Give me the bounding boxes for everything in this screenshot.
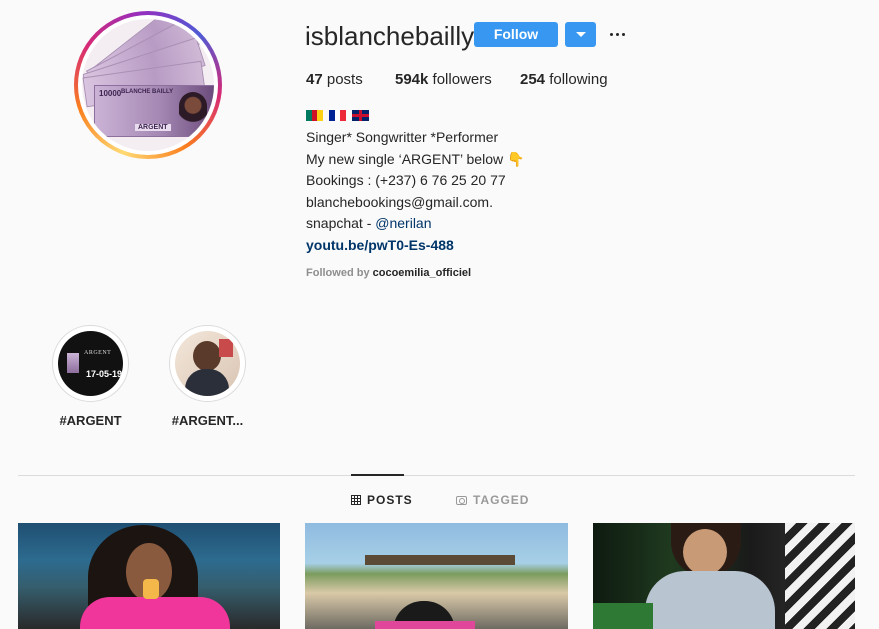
highlight-person-head [193, 341, 221, 371]
tab-posts[interactable]: POSTS [351, 493, 413, 507]
post-thumbnail[interactable] [18, 523, 280, 629]
tagged-icon [456, 495, 467, 505]
france-flag-icon [329, 110, 347, 121]
tab-tagged-label: TAGGED [473, 493, 530, 507]
following-stat[interactable]: 254 following [520, 71, 608, 88]
bio-line-4: blanchebookings@gmail.com. [306, 194, 493, 210]
grid-icon [351, 495, 361, 505]
following-label: following [549, 71, 608, 88]
post-blue-top [645, 571, 775, 629]
post-face [683, 529, 727, 575]
highlight-argent-2[interactable]: #ARGENT... [169, 325, 246, 428]
cameroon-flag-icon [306, 110, 324, 121]
highlight-argent[interactable]: ARGENT 17-05-19 #ARGENT [52, 325, 129, 428]
bio-line-2: My new single ‘ARGENT’ below 👇 [306, 151, 525, 167]
highlight-cover-ring: ARGENT 17-05-19 [52, 325, 129, 402]
following-count: 254 [520, 71, 546, 88]
highlight-label: #ARGENT... [171, 413, 244, 428]
highlight-banknote [67, 353, 79, 373]
suggestions-dropdown-button[interactable] [565, 22, 596, 47]
post-pink-top [80, 597, 230, 629]
highlight-cover-ring [169, 325, 246, 402]
posts-count: 47 [306, 71, 323, 88]
post-thumbnail[interactable] [305, 523, 568, 629]
followed-by: Followed by cocoemilia_officiel [306, 267, 471, 279]
followed-by-user-link[interactable]: cocoemilia_officiel [373, 267, 471, 279]
highlight-person-body [185, 369, 229, 396]
avatar-image: 10000 10000 10000 10000 10000 BLANCHE BA… [82, 19, 214, 151]
post-striped-wall [785, 523, 855, 629]
highlight-cover-image: ARGENT 17-05-19 [58, 331, 123, 396]
followers-count: 594k [395, 71, 429, 88]
banknote-word: ARGENT [135, 124, 171, 131]
bio-line-3: Bookings : (+237) 6 76 25 20 77 [306, 172, 506, 188]
bio-website-link[interactable]: youtu.be/pwT0-Es-488 [306, 237, 454, 253]
banknote-portrait [179, 92, 207, 130]
more-options-icon[interactable] [608, 24, 628, 44]
bio-line-5: snapchat - @nerilan [306, 215, 432, 231]
post-pink-seat [375, 621, 475, 629]
tabs-divider [18, 475, 855, 476]
bio-flags [306, 110, 369, 121]
highlight-cover-image [175, 331, 240, 396]
banknote-value: 10000 [99, 89, 122, 98]
profile-avatar[interactable]: 10000 10000 10000 10000 10000 BLANCHE BA… [74, 11, 222, 159]
highlight-label: #ARGENT [59, 413, 122, 428]
followers-label: followers [432, 71, 492, 88]
post-drink [143, 579, 159, 599]
active-tab-indicator [351, 474, 404, 476]
post-thumbnail[interactable] [593, 523, 855, 629]
uk-flag-icon [352, 110, 369, 121]
post-plants [593, 603, 653, 629]
highlight-cover-title: ARGENT [84, 350, 112, 356]
posts-label: posts [326, 71, 363, 88]
banknote-caption: BLANCHE BAILLY [121, 89, 174, 95]
post-pergola [365, 555, 515, 565]
tab-tagged[interactable]: TAGGED [456, 493, 529, 507]
banknote-main: 10000 BLANCHE BAILLY ARGENT [94, 85, 214, 137]
posts-count-stat: 47 posts [306, 71, 363, 88]
profile-username: isblanchebailly [305, 21, 475, 51]
followed-by-prefix: Followed by [306, 267, 370, 279]
follow-button[interactable]: Follow [474, 22, 558, 47]
highlight-cover-date: 17-05-19 [86, 369, 123, 379]
avatar-border: 10000 10000 10000 10000 10000 BLANCHE BA… [78, 15, 218, 155]
snapchat-prefix: snapchat - [306, 215, 376, 231]
followers-stat[interactable]: 594k followers [395, 71, 492, 88]
bio-line-1: Singer* Songwritter *Performer [306, 129, 499, 145]
snapchat-mention-link[interactable]: @nerilan [375, 215, 431, 231]
highlight-microphone [219, 339, 233, 357]
tab-posts-label: POSTS [367, 493, 413, 507]
